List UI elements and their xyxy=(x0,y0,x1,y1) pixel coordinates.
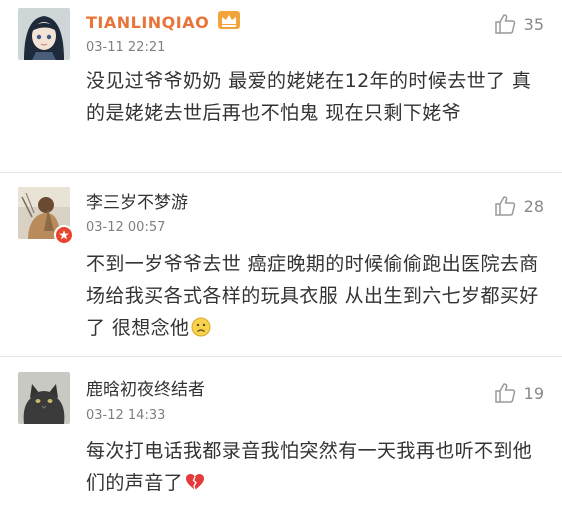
comment-text: 不到一岁爷爷去世 癌症晚期的时候偷偷跑出医院去商场给我买各式各样的玩具衣服 从出… xyxy=(86,248,546,344)
like-button[interactable]: 19 xyxy=(494,380,544,406)
comment-text: 每次打电话我都录音我怕突然有一天我再也听不到他们的声音了 xyxy=(86,435,546,499)
cat-avatar-icon xyxy=(18,372,70,424)
username[interactable]: TIANLINQIAO xyxy=(86,13,209,32)
timestamp: 03-12 00:57 xyxy=(86,220,166,235)
like-count: 28 xyxy=(523,196,544,216)
comment-text-body: 不到一岁爷爷去世 癌症晚期的时候偷偷跑出医院去商场给我买各式各样的玩具衣服 从出… xyxy=(86,253,539,339)
comment-item: 李三岁不梦游 03-12 00:57 28 不到一岁爷爷去世 癌症晚期的时候偷偷… xyxy=(0,173,562,355)
crown-icon xyxy=(217,10,241,34)
user-row: 鹿晗初夜终结者 xyxy=(86,374,205,400)
like-button[interactable]: 35 xyxy=(494,11,544,37)
avatar[interactable] xyxy=(18,8,70,60)
timestamp: 03-11 22:21 xyxy=(86,40,166,55)
comment-item: 鹿晗初夜终结者 03-12 14:33 19 每次打电话我都录音我怕突然有一天我… xyxy=(0,357,562,510)
thumbs-up-icon xyxy=(494,14,515,34)
thumbs-up-icon xyxy=(494,196,515,216)
sad-face-emoji-icon xyxy=(191,317,211,337)
user-row: 李三岁不梦游 xyxy=(86,187,188,213)
like-count: 19 xyxy=(523,383,544,403)
broken-heart-emoji-icon xyxy=(186,474,205,491)
like-button[interactable]: 28 xyxy=(494,193,544,219)
like-count: 35 xyxy=(523,14,544,34)
timestamp: 03-12 14:33 xyxy=(86,408,166,423)
user-row: TIANLINQIAO xyxy=(86,9,241,35)
comment-text-body: 每次打电话我都录音我怕突然有一天我再也听不到他们的声音了 xyxy=(86,440,533,494)
username[interactable]: 鹿晗初夜终结者 xyxy=(86,375,205,400)
comment-text: 没见过爷爷奶奶 最爱的姥姥在12年的时候去世了 真的是姥姥去世后再也不怕鬼 现在… xyxy=(86,70,532,124)
thumbs-up-icon xyxy=(494,383,515,403)
avatar[interactable] xyxy=(18,372,70,424)
verified-badge-icon xyxy=(54,225,74,245)
username[interactable]: 李三岁不梦游 xyxy=(86,188,188,213)
comment-item: TIANLINQIAO 03-11 22:21 35 没见过爷爷奶奶 最爱的姥姥… xyxy=(0,0,562,170)
anime-girl-avatar-icon xyxy=(18,8,70,60)
